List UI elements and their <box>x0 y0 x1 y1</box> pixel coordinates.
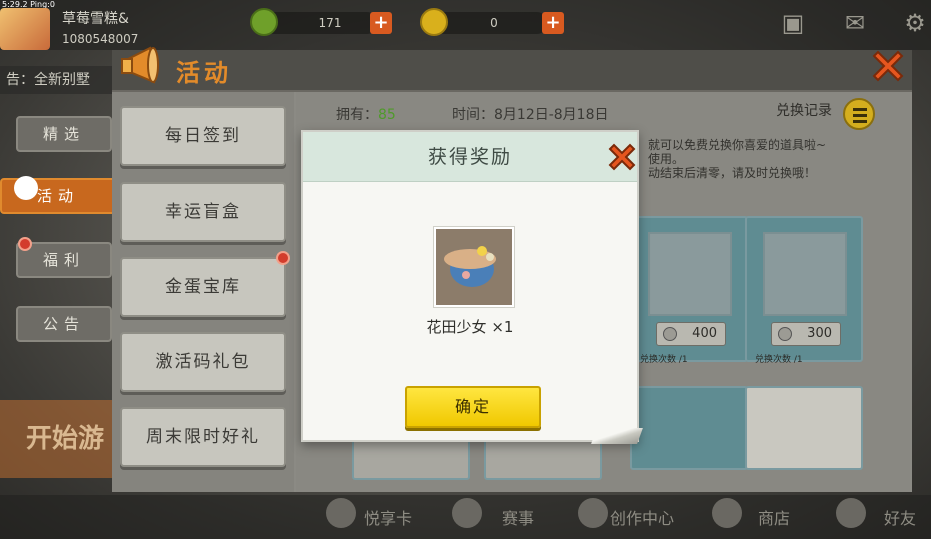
game-screen: 5:29.2 Ping:0 草莓雪糕& 1080548007 171 + 0 +… <box>0 0 931 539</box>
count-label: 兑换次数 <box>755 355 792 365</box>
exchange-card[interactable]: 300 兑换次数 /1 <box>745 216 863 365</box>
item-image <box>648 232 732 316</box>
green-bean-icon <box>250 8 278 36</box>
item-image <box>763 232 847 316</box>
count-value: /1 <box>678 355 688 365</box>
panel-header <box>112 50 912 92</box>
submenu-weekend-gift[interactable]: 周末限时好礼 <box>120 407 286 467</box>
price-tag[interactable]: 300 <box>771 322 841 346</box>
own-label: 拥有： <box>336 107 378 123</box>
nav-announcement[interactable]: 公告 <box>16 306 112 342</box>
time-value: 8月12日-8月18日 <box>494 107 609 123</box>
own-count: 拥有：85 <box>336 104 396 124</box>
exchange-card[interactable] <box>745 386 863 470</box>
gift-icon[interactable]: ▣ <box>778 8 808 38</box>
start-game-button[interactable]: 开始游 <box>0 400 120 478</box>
coin-counter: 0 <box>432 12 548 34</box>
exchange-record-button[interactable]: 兑换记录 <box>776 100 832 120</box>
price-value: 300 <box>807 326 832 341</box>
settings-icon[interactable]: ⚙ <box>900 8 930 38</box>
confirm-button[interactable]: 确定 <box>405 386 541 428</box>
silver-coin-icon <box>778 327 792 341</box>
panel-close-icon[interactable] <box>868 46 908 86</box>
reward-item-frame <box>433 226 515 308</box>
submenu-golden-egg[interactable]: 金蛋宝库 <box>120 257 286 317</box>
nav-shop[interactable]: 商店 <box>758 505 790 529</box>
exchange-count: 兑换次数 /1 <box>755 352 803 365</box>
add-bean-button[interactable]: + <box>370 12 392 34</box>
nav-creation-center[interactable]: 创作中心 <box>610 505 674 529</box>
nav-featured[interactable]: 精选 <box>16 116 112 152</box>
count-label: 兑换次数 <box>640 355 677 365</box>
player-name: 草莓雪糕& <box>62 11 129 27</box>
panel-title: 活动 <box>176 59 232 87</box>
reward-dialog: 获得奖励 花田少女 ×1 确定 <box>301 130 639 442</box>
time-label: 时间： <box>452 107 494 123</box>
submenu-activation-code[interactable]: 激活码礼包 <box>120 332 286 392</box>
silver-coin-icon <box>663 327 677 341</box>
nav-pass-card[interactable]: 悦享卡 <box>364 505 412 529</box>
flower-hat-icon <box>436 229 512 305</box>
exchange-count: 兑换次数 /1 <box>640 352 688 365</box>
megaphone-icon <box>121 46 159 84</box>
price-tag[interactable]: 400 <box>656 322 726 346</box>
bean-value: 171 <box>318 16 342 30</box>
coin-value: 0 <box>490 16 498 30</box>
submenu-lucky-box[interactable]: 幸运盲盒 <box>120 182 286 242</box>
own-value: 85 <box>378 107 396 123</box>
add-coin-button[interactable]: + <box>542 12 564 34</box>
submenu-daily-checkin[interactable]: 每日签到 <box>120 106 286 166</box>
dialog-title: 获得奖励 <box>427 146 512 168</box>
nav-friends[interactable]: 好友 <box>884 505 916 529</box>
list-icon[interactable] <box>843 98 875 130</box>
avatar[interactable] <box>0 8 50 50</box>
trophy-icon <box>452 498 482 528</box>
exchange-card[interactable]: 400 兑换次数 /1 <box>630 216 748 365</box>
cart-icon <box>712 498 742 528</box>
reward-name: 花田少女 ×1 <box>426 318 514 336</box>
exchange-desc-line3: 动结束后清零，请及时兑换哦！ <box>648 166 817 180</box>
golden-egg-red-dot <box>276 251 290 265</box>
nav-events[interactable]: 赛事 <box>502 505 534 529</box>
page-curl <box>591 428 643 444</box>
count-value: /1 <box>793 355 803 365</box>
friends-icon <box>836 498 866 528</box>
exchange-card[interactable] <box>630 386 748 470</box>
gold-coin-icon <box>420 8 448 36</box>
bean-counter: 171 <box>262 12 378 34</box>
welfare-red-dot <box>18 237 32 251</box>
cube-icon <box>578 498 608 528</box>
close-icon[interactable] <box>605 140 639 174</box>
notice-banner: 告：全新别墅 <box>0 66 120 94</box>
price-value: 400 <box>692 326 717 341</box>
card-icon <box>326 498 356 528</box>
mail-icon[interactable]: ✉ <box>840 8 870 38</box>
event-time: 时间：8月12日-8月18日 <box>452 104 609 124</box>
touch-indicator <box>14 176 38 200</box>
